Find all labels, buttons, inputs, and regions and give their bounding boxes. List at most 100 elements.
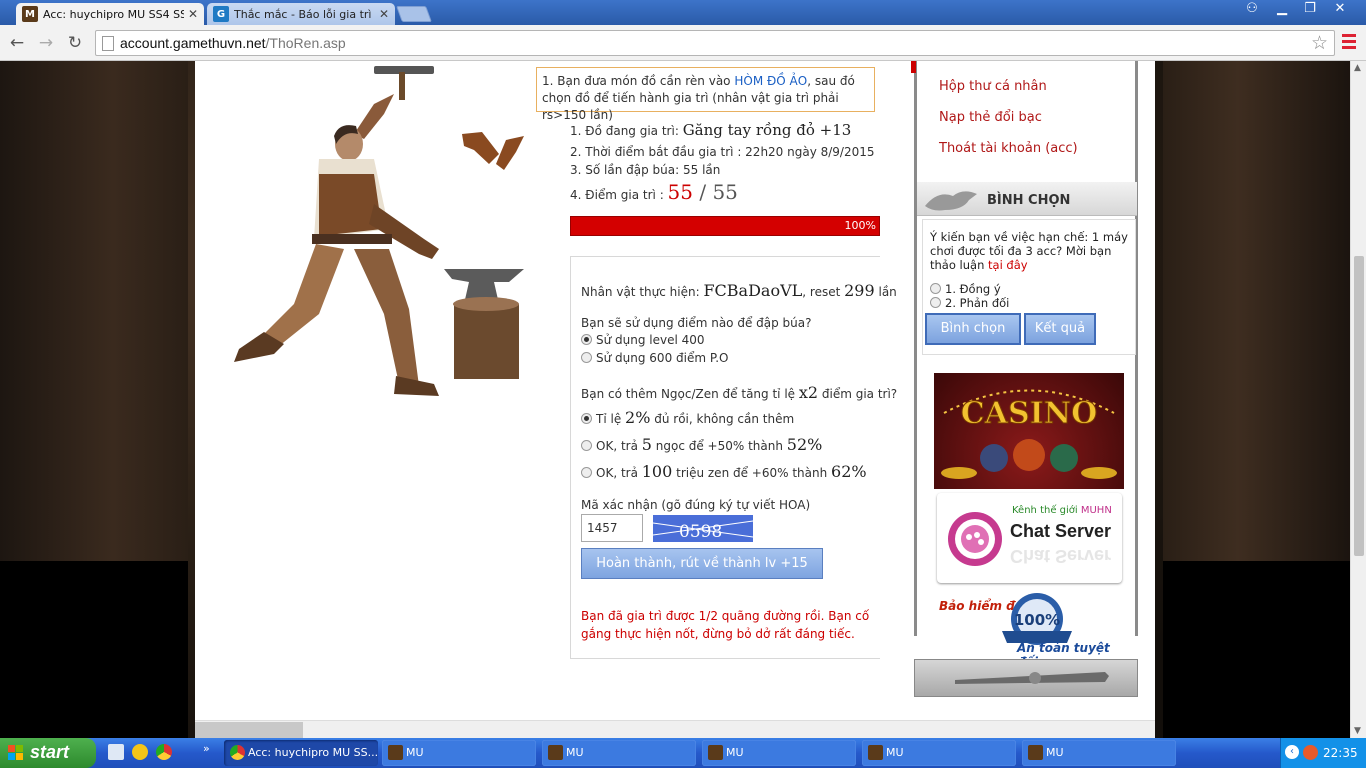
page-icon — [102, 36, 114, 51]
url-host: account.gamethuvn.net — [120, 35, 266, 51]
progress-label: 100% — [844, 219, 876, 232]
task-mu-1[interactable]: MU — [382, 740, 536, 766]
bonus-gem-mid: ngọc để +50% thành — [651, 439, 787, 453]
progress-note: Bạn đã gia trì được 1/2 quãng đường rồi.… — [581, 609, 870, 641]
points-question: Bạn sẽ sử dụng điểm nào để đập búa? — [581, 316, 812, 330]
vertical-scroll-thumb[interactable] — [1354, 256, 1364, 556]
casino-banner[interactable]: CASINO — [934, 373, 1124, 489]
chat-subtitle: Kênh thế giới MUHN — [1012, 505, 1112, 516]
background-dark-right — [1163, 561, 1350, 738]
poll-option-disagree-label: 2. Phản đối — [945, 296, 1010, 310]
radio-po[interactable] — [581, 352, 592, 363]
bonus-option-gem[interactable]: OK, trả 5 ngọc để +50% thành 52% — [581, 435, 822, 454]
task-label: MU — [1046, 746, 1064, 759]
scroll-up-icon[interactable]: ▲ — [1354, 63, 1361, 73]
mu-task-icon — [388, 745, 403, 760]
restore-icon[interactable]: ❐ — [1296, 0, 1324, 18]
radio-bonus-gem[interactable] — [581, 440, 592, 451]
sidebar-item-logout[interactable]: Thoát tài khoản (acc) — [939, 141, 1078, 156]
vote-button[interactable]: Bình chọn — [925, 313, 1021, 345]
tab-title: Acc: huychipro MU SS4 SS6 S — [43, 7, 184, 21]
bonus-option-none[interactable]: Tỉ lệ 2% đủ rồi, không cần thêm — [581, 408, 794, 427]
horizontal-scrollbar[interactable] — [195, 720, 1155, 738]
chrome-task-icon — [230, 745, 245, 760]
mu-task-icon — [1028, 745, 1043, 760]
poll-discuss-link[interactable]: tại đây — [988, 258, 1028, 272]
task-mu-3[interactable]: MU — [702, 740, 856, 766]
scroll-down-icon[interactable]: ▼ — [1354, 726, 1361, 736]
task-mu-2[interactable]: MU — [542, 740, 696, 766]
insurance-banner[interactable]: Bảo hiểm đồ 100% An toàn tuyệt đối — [937, 589, 1122, 669]
radio-bonus-zen[interactable] — [581, 467, 592, 478]
poll-question: Ý kiến bạn về việc hạn chế: 1 máy chơi đ… — [930, 230, 1128, 272]
reload-icon[interactable]: ↻ — [64, 32, 86, 54]
points-max: 55 — [712, 180, 738, 204]
bonus-multiplier: x2 — [798, 383, 819, 402]
reset-suffix: lần — [874, 285, 897, 299]
user-icon[interactable]: ⚇ — [1238, 0, 1266, 18]
item-label: 1. Đồ đang gia trì: — [570, 124, 683, 138]
forward-icon[interactable]: → — [35, 32, 57, 54]
close-window-icon[interactable]: ✕ — [1326, 0, 1354, 18]
captcha-label: Mã xác nhận (gõ đúng ký tự viết HOA) — [581, 498, 811, 512]
sidebar-footer-ornament — [914, 659, 1138, 697]
task-mu-5[interactable]: MU — [1022, 740, 1176, 766]
sidebar-item-mailbox[interactable]: Hộp thư cá nhân — [939, 79, 1047, 94]
bonus-question-text: Bạn có thêm Ngọc/Zen để tăng tỉ lệ — [581, 387, 799, 401]
close-tab-icon[interactable]: ✕ — [188, 7, 198, 21]
poll-option-disagree[interactable]: 2. Phản đối — [930, 296, 1128, 310]
start-time: 2. Thời điểm bắt đầu gia trì : 22h20 ngà… — [570, 145, 875, 159]
messenger-icon[interactable] — [132, 744, 148, 760]
guarantee-percent: 100% — [1014, 611, 1060, 629]
tray-expand-icon[interactable]: ‹ — [1285, 745, 1299, 759]
back-icon[interactable]: ← — [6, 32, 28, 54]
task-chrome[interactable]: Acc: huychipro MU SS... — [224, 740, 378, 766]
item-name: Găng tay rồng đỏ +13 — [682, 121, 852, 139]
character-label: Nhân vật thực hiện: — [581, 285, 704, 299]
task-mu-4[interactable]: MU — [862, 740, 1016, 766]
task-label: Acc: huychipro MU SS... — [248, 746, 378, 759]
chat-server-banner[interactable]: Kênh thế giới MUHN Chat Server Chat Serv… — [937, 493, 1122, 583]
results-button[interactable]: Kết quả — [1024, 313, 1096, 345]
mu-task-icon — [868, 745, 883, 760]
address-bar[interactable]: account.gamethuvn.net/ThoRen.asp ☆ — [95, 30, 1335, 56]
tab-account[interactable]: M Acc: huychipro MU SS4 SS6 S ✕ — [16, 3, 204, 25]
poll-option-agree[interactable]: 1. Đồng ý — [930, 282, 1128, 296]
task-label: MU — [886, 746, 904, 759]
option-po[interactable]: Sử dụng 600 điểm P.O — [581, 351, 728, 365]
tab-forum[interactable]: G Thắc mắc - Báo lỗi gia trì đồ | ✕ — [207, 3, 395, 25]
minimize-icon[interactable]: ▁ — [1268, 0, 1296, 18]
captcha-input[interactable]: 1457 — [581, 514, 643, 542]
clock: 22:35 — [1323, 746, 1358, 760]
radio-agree[interactable] — [930, 283, 941, 294]
background-art-right — [1163, 61, 1350, 561]
complete-withdraw-button[interactable]: Hoàn thành, rút về thành lv +15 — [581, 548, 823, 579]
explorer-icon[interactable] — [108, 744, 124, 760]
system-tray: ‹ 22:35 — [1280, 738, 1366, 768]
tray-app-icon[interactable] — [1303, 745, 1318, 760]
chrome-icon[interactable] — [156, 744, 172, 760]
chrome-menu-icon[interactable] — [1342, 34, 1356, 52]
vertical-scrollbar[interactable]: ▲ ▼ — [1350, 61, 1366, 738]
tab-title: Thắc mắc - Báo lỗi gia trì đồ | — [234, 7, 375, 21]
start-button[interactable]: start — [0, 738, 96, 768]
horizontal-scroll-thumb[interactable] — [195, 722, 303, 738]
radio-level[interactable] — [581, 334, 592, 345]
main-content: 1. Bạn đưa món đồ cần rèn vào HÒM ĐỒ ẢO,… — [195, 61, 1155, 738]
bonus-option-zen[interactable]: OK, trả 100 triệu zen để +60% thành 62% — [581, 462, 867, 481]
poll-title: BÌNH CHỌN — [987, 193, 1071, 208]
radio-bonus-none[interactable] — [581, 413, 592, 424]
radio-disagree[interactable] — [930, 297, 941, 308]
bookmark-star-icon[interactable]: ☆ — [1311, 32, 1328, 54]
character-line: Nhân vật thực hiện: FCBaDaoVL, reset 299… — [581, 281, 897, 300]
dragon-icon — [925, 191, 977, 211]
close-tab-icon[interactable]: ✕ — [379, 7, 389, 21]
progress-bar: 100% — [570, 216, 880, 236]
virtual-chest-link[interactable]: HÒM ĐỒ ẢO — [734, 74, 807, 88]
new-tab-button[interactable] — [396, 6, 432, 22]
quicklaunch-more-icon[interactable]: » — [203, 742, 210, 755]
g-favicon-icon: G — [213, 6, 229, 22]
url-text[interactable]: account.gamethuvn.net/ThoRen.asp — [120, 35, 346, 51]
sidebar-item-topup[interactable]: Nạp thẻ đổi bạc — [939, 110, 1042, 125]
option-level[interactable]: Sử dụng level 400 — [581, 333, 705, 347]
